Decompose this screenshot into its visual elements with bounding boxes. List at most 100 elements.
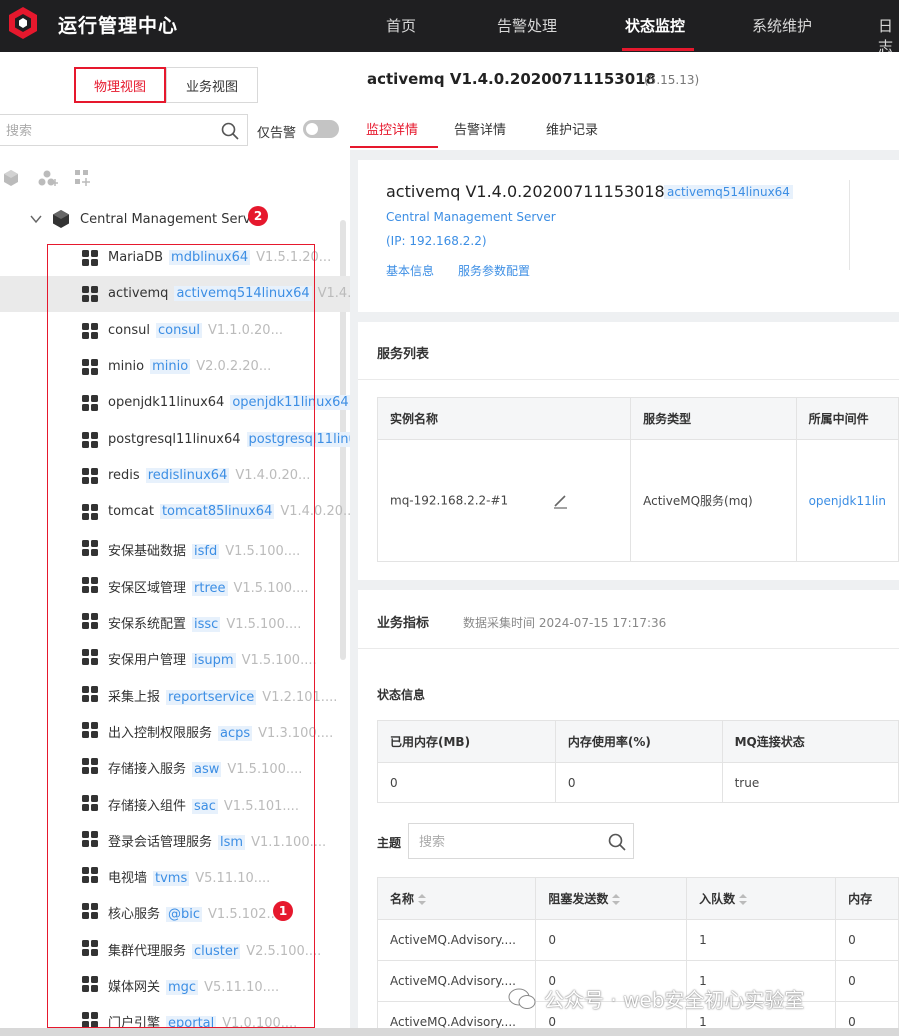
tree-root-node[interactable]: Central Management Server: [28, 207, 264, 231]
cube-icon: [4, 170, 18, 186]
tree-item-label: 安保系统配置 issc V1.5.100....: [108, 613, 301, 632]
col-memory[interactable]: 内存: [835, 877, 899, 920]
tree-item[interactable]: minio minio V2.0.2.20...: [0, 349, 350, 385]
tree-item[interactable]: 安保区域管理 rtree V1.5.100....: [0, 567, 350, 603]
tree-item[interactable]: 登录会话管理服务 lsm V1.1.100....: [0, 821, 350, 857]
add-grid-button[interactable]: [72, 166, 108, 190]
tree-item[interactable]: 安保系统配置 issc V1.5.100....: [0, 603, 350, 639]
tree-item[interactable]: MariaDB mdblinux64 V1.5.1.20...: [0, 240, 350, 276]
summary-server-link[interactable]: Central Management Server: [386, 210, 556, 224]
tree-item[interactable]: postgresql11linux64 postgresql11linux6: [0, 422, 350, 458]
tree-item-tag: minio: [150, 358, 191, 374]
tree-item-name: activemq: [108, 286, 169, 302]
tree-item[interactable]: 存储接入服务 asw V1.5.100....: [0, 748, 350, 784]
chevron-down-icon[interactable]: [28, 211, 44, 227]
tree-item-label: redis redislinux64 V1.4.0.20...: [108, 467, 311, 483]
business-metrics-card: 业务指标 数据采集时间 2024-07-15 17:17:36 状态信息 已用内…: [358, 590, 899, 1036]
tree-item-tag: openjdk11linux64: [230, 395, 350, 411]
summary-divider: [849, 180, 850, 270]
alarm-only-label: 仅告警: [257, 126, 297, 141]
sort-icon[interactable]: [612, 894, 621, 905]
tree-item-label: 安保区域管理 rtree V1.5.100....: [108, 577, 309, 596]
add-node-button[interactable]: [36, 166, 72, 190]
tree-item[interactable]: 安保用户管理 isupm V1.5.100....: [0, 639, 350, 675]
tree-item[interactable]: tomcat tomcat85linux64 V1.4.0.20...: [0, 494, 350, 530]
tree-item[interactable]: 电视墙 tvms V5.11.10....: [0, 857, 350, 893]
module-grid-icon: [82, 685, 98, 702]
tree-item-tag: consul: [155, 322, 202, 338]
col-topic-name[interactable]: 名称: [376, 877, 537, 920]
sort-icon[interactable]: [739, 894, 748, 905]
module-grid-icon: [82, 794, 98, 811]
tree-item-version: V1.5.100....: [233, 580, 309, 596]
tab-monitor-detail[interactable]: 监控详情: [366, 119, 418, 138]
detail-header: activemq V1.4.0.20200711153018 (5.15.13)…: [350, 52, 899, 150]
tree-item-name: 安保区域管理: [108, 580, 187, 596]
business-view-button[interactable]: 业务视图: [166, 67, 258, 103]
edit-icon[interactable]: [552, 493, 568, 509]
tree-item-version: V1.4.0.20...: [235, 467, 311, 483]
tree-item[interactable]: activemq activemq514linux64 V1.4.0.20: [0, 276, 350, 313]
add-grid-icon: [75, 170, 90, 186]
cube-tool-button[interactable]: [0, 166, 36, 190]
tree-item[interactable]: 采集上报 reportservice V1.2.101....: [0, 676, 350, 712]
tree-item[interactable]: 媒体网关 mgc V5.11.10....: [0, 966, 350, 1002]
tree-item[interactable]: openjdk11linux64openjdk11linux64V1: [0, 385, 350, 421]
tree-item-name: 安保用户管理: [108, 653, 187, 669]
tab-maintenance-log[interactable]: 维护记录: [546, 119, 598, 138]
watermark-text: 公众号 · web安全初心实验室: [544, 988, 805, 1012]
col-enqueue-count[interactable]: 入队数: [686, 877, 837, 920]
memory-usage-value: 0: [554, 762, 723, 803]
memory-cell: 0: [835, 919, 899, 961]
col-instance-name: 实例名称: [376, 397, 632, 440]
physical-view-button[interactable]: 物理视图: [74, 67, 166, 103]
left-tree-panel: 物理视图 业务视图 仅告警: [0, 52, 350, 1036]
tree-search-input[interactable]: [6, 121, 206, 141]
tree-item-version: V1.5.100....: [226, 617, 302, 632]
sort-icon[interactable]: [418, 894, 427, 905]
module-grid-icon: [82, 903, 98, 920]
tree-item-label: openjdk11linux64openjdk11linux64V1: [108, 395, 350, 411]
nav-alarm-handling[interactable]: 告警处理: [497, 15, 557, 36]
instance-name: mq-192.168.2.2-#1: [390, 493, 509, 507]
topic-search-box: [408, 823, 634, 859]
search-icon[interactable]: [607, 832, 627, 852]
basic-info-link[interactable]: 基本信息: [386, 262, 434, 279]
nav-system-maintenance[interactable]: 系统维护: [752, 15, 812, 36]
module-grid-icon: [82, 649, 98, 666]
search-icon[interactable]: [220, 121, 240, 141]
root-alarm-badge: 2: [248, 206, 268, 226]
table-header-row: 实例名称 服务类型 所属中间件: [376, 397, 899, 440]
table-header-row: 已用内存(MB) 内存使用率(%) MQ连接状态: [377, 720, 899, 763]
tree-item[interactable]: 集群代理服务 cluster V2.5.100....: [0, 930, 350, 966]
tab-alarm-detail[interactable]: 告警详情: [454, 119, 506, 138]
nav-logs[interactable]: 日志: [878, 15, 899, 57]
module-grid-icon: [82, 976, 98, 992]
tree-item-name: 出入控制权限服务: [108, 725, 213, 741]
alarm-only-toggle[interactable]: [303, 120, 339, 138]
tree-item[interactable]: 核心服务 @bic V1.5.102....: [0, 893, 350, 929]
tree-item[interactable]: 安保基础数据 isfd V1.5.100....: [0, 530, 350, 566]
tree-item-name: tomcat: [108, 504, 154, 520]
enqueue-count-cell: 1: [686, 919, 837, 961]
tree-item[interactable]: consul consul V1.1.0.20...: [0, 313, 350, 349]
top-nav-bar: 运行管理中心 首页 告警处理 状态监控 系统维护 日志: [0, 0, 899, 56]
module-grid-icon: [82, 1012, 98, 1029]
tree-item-tag: isupm: [192, 653, 236, 669]
nav-home[interactable]: 首页: [386, 15, 416, 36]
tree-item[interactable]: redis redislinux64 V1.4.0.20...: [0, 458, 350, 494]
middleware-link[interactable]: openjdk11lin: [795, 439, 899, 562]
tree-item[interactable]: 出入控制权限服务 acps V1.3.100....: [0, 712, 350, 748]
col-blocked-sends[interactable]: 阻塞发送数: [535, 877, 688, 920]
tree-item[interactable]: 存储接入组件 sac V1.5.101....: [0, 785, 350, 821]
service-params-link[interactable]: 服务参数配置: [458, 262, 530, 279]
wechat-icon: [508, 988, 536, 1009]
table-header-row: 名称 阻塞发送数 入队数 内存: [376, 877, 899, 920]
tree-item-name: 采集上报: [108, 689, 161, 705]
mq-connection-value: true: [721, 762, 899, 803]
tree-item-tag: postgresql11linux6: [246, 431, 350, 447]
topic-search-input[interactable]: [419, 832, 599, 852]
tree-root-label: Central Management Server: [80, 211, 264, 227]
tree-item-name: 安保系统配置: [108, 617, 187, 632]
nav-status-monitor[interactable]: 状态监控: [625, 15, 685, 36]
